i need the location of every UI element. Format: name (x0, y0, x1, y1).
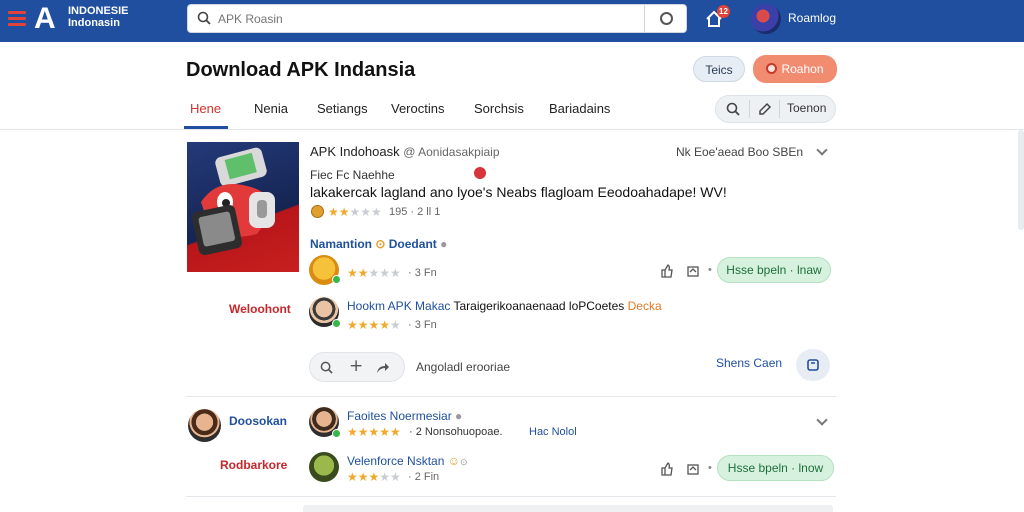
user-avatar[interactable] (751, 4, 781, 34)
tests-button[interactable]: Teics (693, 56, 745, 82)
comment-highlight[interactable]: Decka (628, 299, 662, 313)
edit-icon[interactable] (758, 102, 772, 116)
online-indicator (332, 275, 341, 284)
separator-dot: • (708, 264, 712, 276)
star-rating: ★★★★★ (328, 205, 382, 219)
tab-menu[interactable]: Nenia (254, 101, 288, 116)
thread-author-name[interactable]: Faoites Noermesiar (347, 409, 452, 423)
thread-tag[interactable]: Hac Nolol (529, 426, 577, 438)
post-right-meta: Nk Eoe'aead Boo SBEn (676, 145, 804, 159)
search-icon[interactable] (320, 361, 333, 374)
top-bar: A INDONESIE Indonasin 12 Roamlog (0, 0, 1024, 42)
post-body: lakakercak lagland ano lyoe's Neabs flag… (310, 184, 727, 200)
share-arrow-icon[interactable] (376, 361, 390, 374)
app-thumbnail[interactable] (187, 142, 299, 272)
commenter-avatar[interactable] (309, 452, 339, 482)
star-rating: ★★★★★ (347, 470, 401, 484)
comment-author[interactable]: Hookm APK Makac (347, 299, 450, 313)
tab-home[interactable]: Hene (190, 101, 221, 116)
thread-author-name[interactable]: Velenforce Nsktan (347, 454, 444, 468)
comment-text: Hookm APK Makac Taraigerikoanaenaad loPC… (347, 299, 662, 313)
thumbs-down-icon[interactable] (686, 462, 700, 476)
reply-button[interactable]: Hsse bpeln · lnaw (717, 257, 831, 283)
online-indicator (332, 429, 341, 438)
chevron-down-icon[interactable] (816, 414, 828, 426)
thread-meta: · 2 Nonsohuopoae. (409, 426, 503, 438)
section-title: Namantion ⊙ Doedant ● (310, 237, 447, 251)
plus-icon[interactable]: + (349, 356, 363, 376)
search-divider (644, 5, 645, 32)
verified-icon: ● (440, 237, 448, 251)
verified-icon: ● (455, 409, 463, 423)
side-label[interactable]: Weloohont (229, 302, 291, 316)
thumbs-down-icon[interactable] (686, 264, 700, 278)
search-icon (197, 11, 211, 25)
reason-button-label: Roahon (781, 62, 824, 76)
page-title: Download APK Indansia (186, 59, 416, 81)
thread-time: · 2 Fin (408, 471, 440, 483)
more-icon: ⊙ (460, 457, 468, 467)
share-link[interactable]: Shens Caen (716, 356, 782, 370)
post-header: APK Indohoask @ Aonidasakpiaip (310, 144, 500, 159)
comment-body: Taraigerikoanaenaad loPCoetes (453, 299, 625, 313)
tab-searches[interactable]: Sorchsis (474, 101, 524, 116)
logo-icon[interactable]: A (34, 4, 64, 34)
post-author[interactable]: APK Indohoask (310, 144, 400, 159)
tab-versions[interactable]: Veroctins (391, 101, 444, 116)
separator-dot: • (708, 462, 712, 474)
thread-side-name[interactable]: Doosokan (229, 414, 287, 428)
logo-text: INDONESIE Indonasin (68, 5, 129, 29)
section-title-text: Namantion (310, 237, 373, 251)
lens-icon[interactable] (660, 12, 673, 25)
comment-time: · 3 Fn (408, 319, 437, 331)
search-icon[interactable] (726, 102, 740, 116)
reply-button[interactable]: Hsse bpeln · lnow (717, 455, 834, 481)
thread-side-name[interactable]: Rodbarkore (220, 458, 287, 472)
circle-icon (766, 63, 778, 74)
username[interactable]: Roamlog (788, 11, 836, 25)
star-rating: ★★★★★ (347, 425, 401, 439)
post-meta: 195 · 2 ll 1 (389, 206, 441, 218)
thumbs-up-icon[interactable] (660, 264, 674, 278)
thumbs-up-icon[interactable] (660, 462, 674, 476)
chevron-down-icon[interactable] (816, 144, 828, 156)
action-bar: + (309, 352, 405, 382)
search-input[interactable] (218, 10, 618, 28)
search-bar[interactable] (187, 4, 687, 33)
thread-divider (186, 396, 836, 397)
toolbar-separator (779, 100, 780, 118)
comment-time: · 3 Fn (408, 267, 437, 279)
coin-icon (311, 205, 324, 218)
post-handle[interactable]: @ Aonidasakpiaip (403, 145, 499, 159)
tab-bariadains[interactable]: Bariadains (549, 101, 610, 116)
star-rating: ★★★★★ (347, 266, 401, 280)
section-title-suffix: Doedant (388, 237, 437, 251)
thread-avatar[interactable] (188, 409, 221, 442)
post-subtitle: Fiec Fc Naehhe (310, 168, 395, 182)
bookmark-icon (807, 359, 819, 371)
toolbar-separator (749, 100, 750, 118)
scrollbar[interactable] (1018, 130, 1024, 230)
thread-divider (186, 496, 836, 497)
record-icon[interactable] (474, 167, 486, 179)
load-more-bar[interactable] (303, 505, 833, 512)
action-text: Angoladl erooriae (416, 360, 511, 374)
tabs-divider (0, 129, 1024, 130)
online-indicator (332, 319, 341, 328)
reason-button[interactable]: Roahon (753, 55, 837, 83)
toolbar-label[interactable]: Toenon (787, 101, 826, 115)
menu-icon[interactable] (8, 11, 26, 27)
emoji-icon: ☺ (447, 454, 460, 468)
thread-author[interactable]: Faoites Noermesiar ● (347, 409, 462, 423)
share-button[interactable] (796, 349, 830, 381)
tab-settings[interactable]: Setiangs (317, 101, 368, 116)
clock-icon: ⊙ (375, 237, 386, 251)
pos-terminal-icon (192, 147, 275, 255)
notification-badge: 12 (717, 5, 730, 18)
thread-author[interactable]: Velenforce Nsktan ☺⊙ (347, 454, 468, 468)
star-rating: ★★★★★ (347, 318, 401, 332)
